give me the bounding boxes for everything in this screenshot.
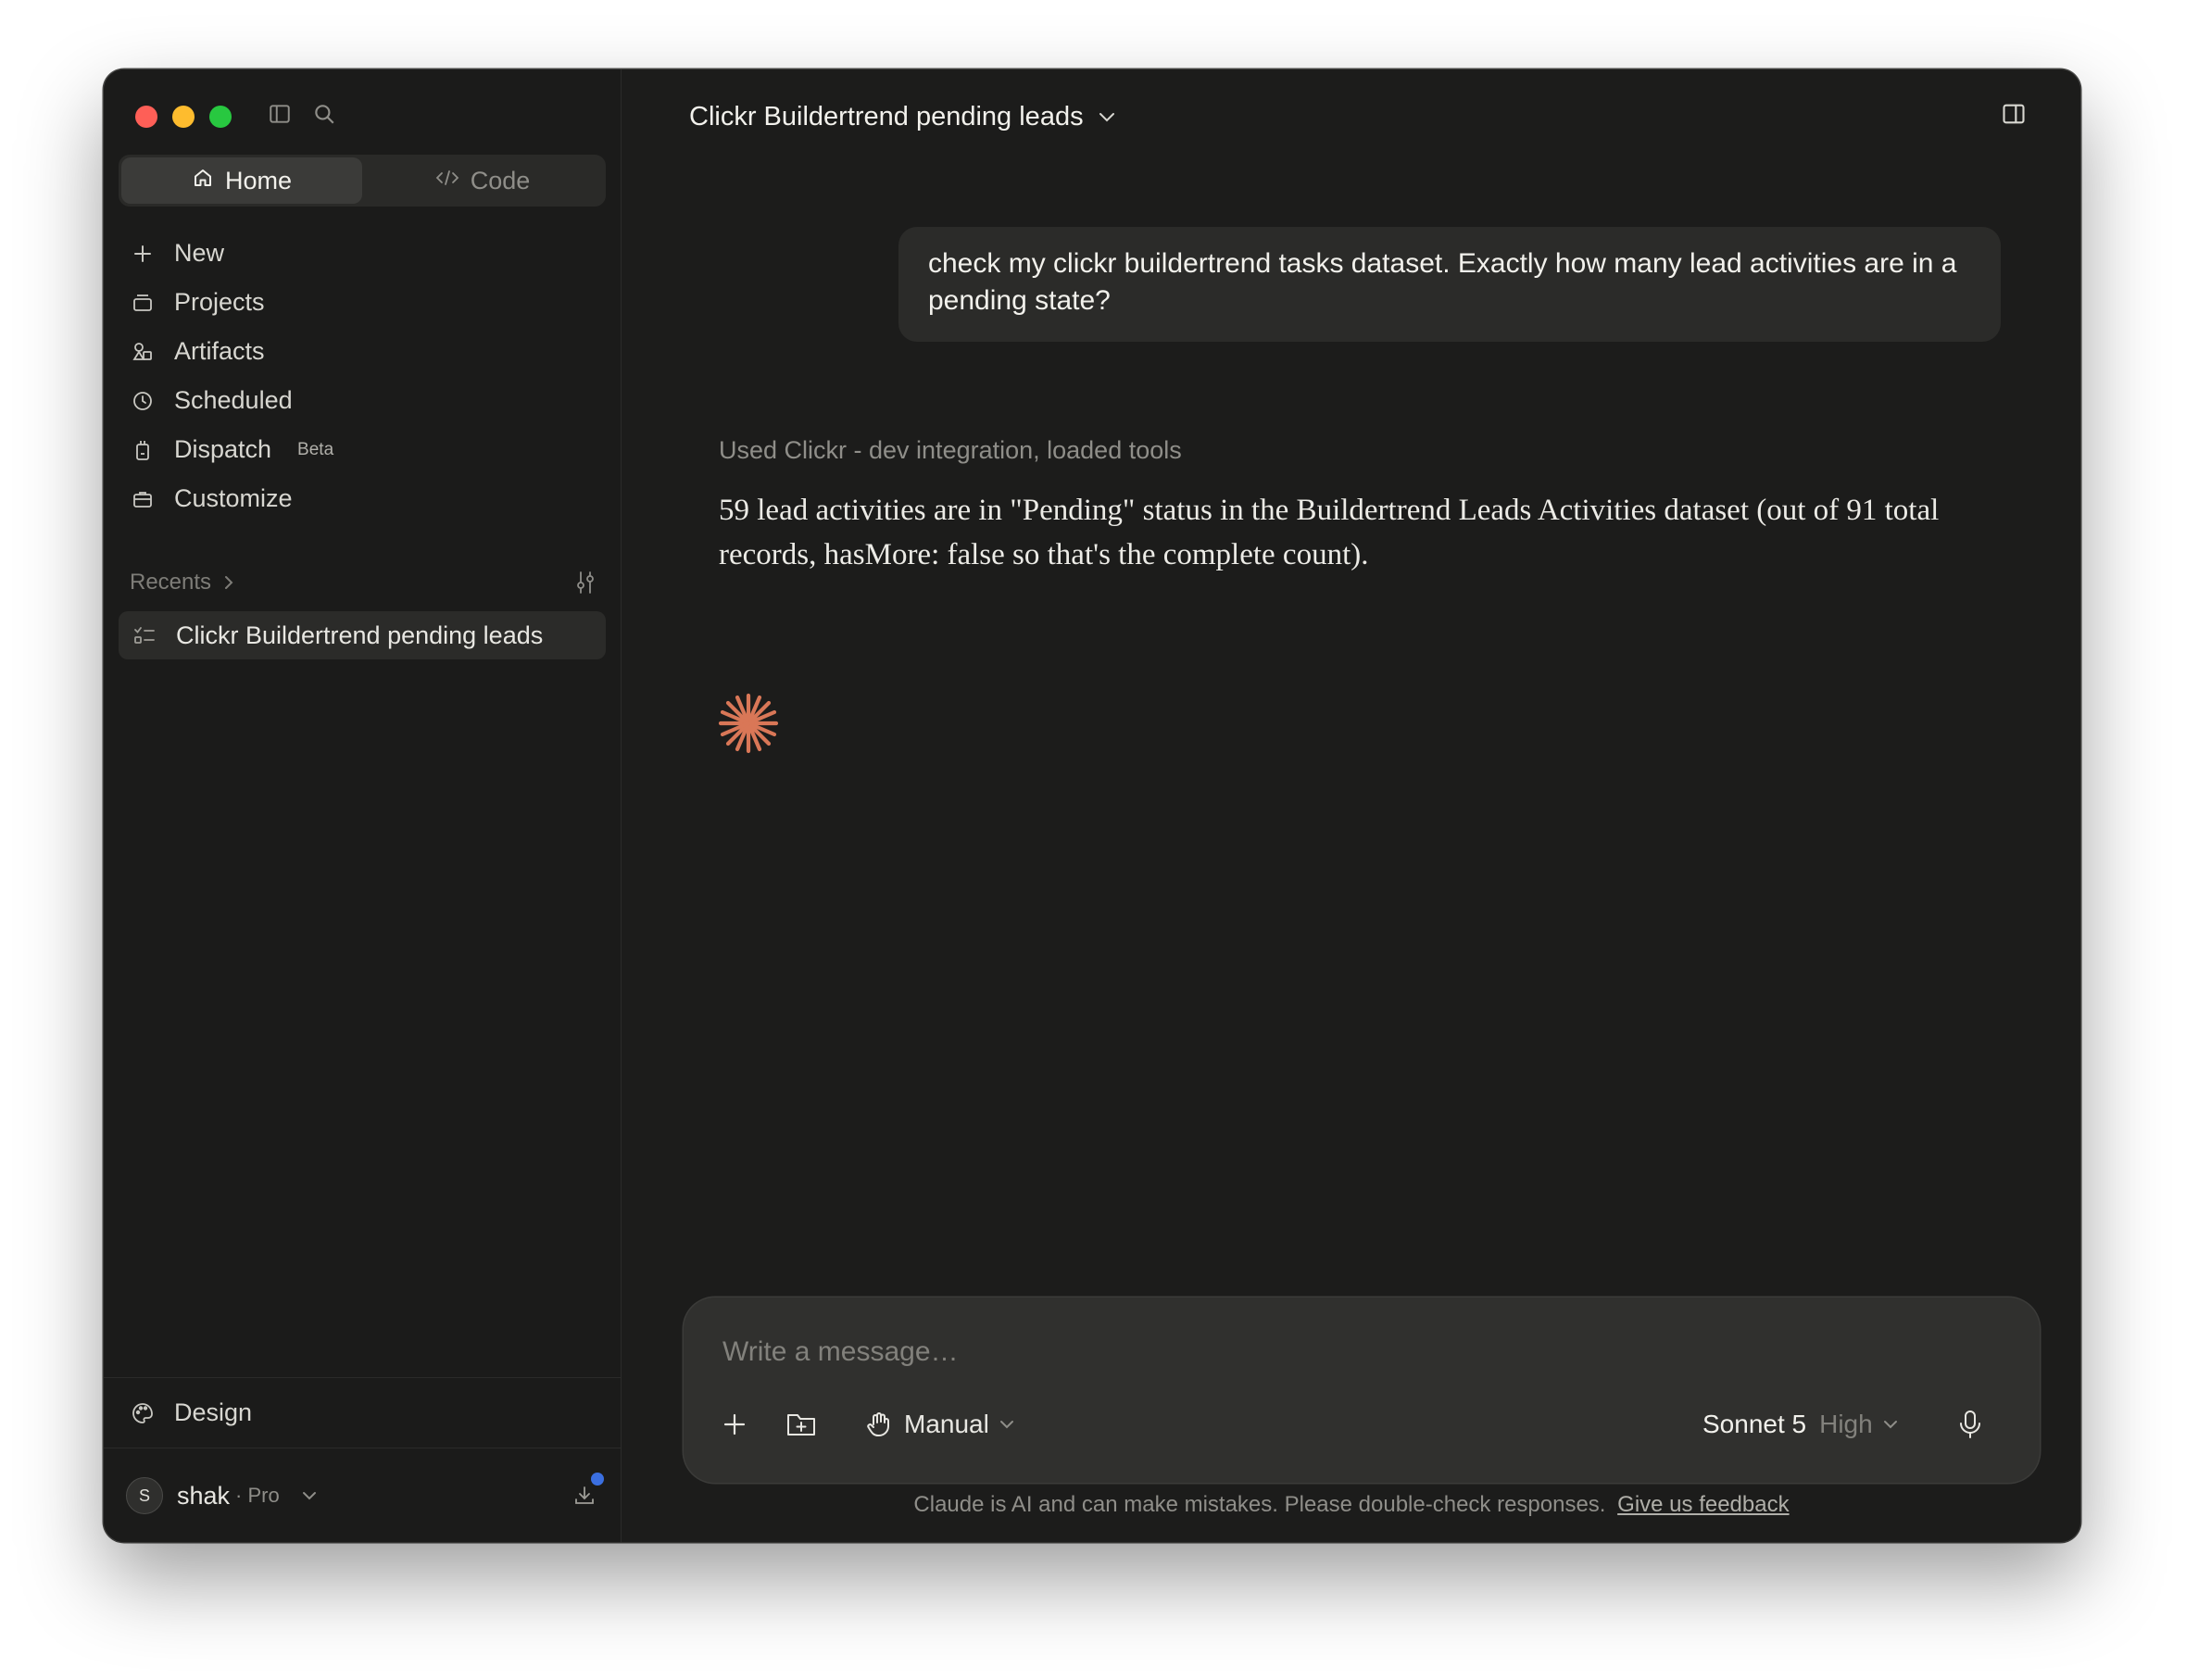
account-row: S shak · Pro [104, 1448, 621, 1542]
sidebar-item-customize[interactable]: Customize [117, 474, 608, 523]
sidebar: Home Code New Projects Artifacts Schedul… [104, 69, 622, 1542]
avatar[interactable]: S [126, 1477, 163, 1514]
message-composer: Manual Sonnet 5 High [684, 1298, 2040, 1483]
account-name[interactable]: shak [177, 1482, 230, 1511]
assistant-message: 59 lead activities are in "Pending" stat… [719, 494, 1940, 571]
account-plan: · Pro [235, 1484, 280, 1507]
code-icon [435, 167, 459, 195]
microphone-icon [1960, 1410, 1980, 1438]
search-icon[interactable] [308, 97, 341, 131]
plus-icon [723, 1413, 746, 1436]
chevron-down-icon[interactable] [300, 1489, 319, 1502]
close-window-button[interactable] [135, 106, 157, 128]
message-input[interactable] [722, 1329, 2001, 1375]
minimize-window-button[interactable] [172, 106, 195, 128]
app-window: Home Code New Projects Artifacts Schedul… [104, 69, 2080, 1542]
disclaimer-text: Claude is AI and can make mistakes. Plea… [913, 1492, 1606, 1517]
sidebar-item-projects[interactable]: Projects [117, 278, 608, 327]
sidebar-item-artifacts[interactable]: Artifacts [117, 327, 608, 376]
sidebar-item-label: Customize [174, 484, 293, 512]
model-selector[interactable]: Sonnet 5 High [1702, 1401, 1899, 1448]
hand-icon [865, 1410, 893, 1438]
sidebar-item-design[interactable]: Design [104, 1377, 621, 1448]
tab-code-label: Code [470, 166, 531, 194]
chevron-down-icon [1882, 1419, 1899, 1430]
sidebar-item-label: Projects [174, 288, 265, 316]
sidebar-item-new[interactable]: New [117, 229, 608, 278]
home-icon [192, 167, 214, 195]
sidebar-item-label: Scheduled [174, 386, 293, 414]
briefcase-icon [130, 486, 156, 512]
user-message: check my clickr buildertrend tasks datas… [898, 227, 2001, 342]
plus-icon [130, 241, 156, 267]
design-label: Design [174, 1398, 253, 1426]
sidebar-item-label: Dispatch [174, 435, 272, 463]
folder-plus-icon [787, 1414, 815, 1436]
window-controls [135, 106, 232, 128]
add-folder-button[interactable] [778, 1401, 824, 1448]
tab-home[interactable]: Home [121, 157, 362, 204]
tab-home-label: Home [224, 166, 293, 194]
sidebar-toggle-icon[interactable] [263, 97, 296, 131]
model-name: Sonnet 5 [1702, 1410, 1807, 1438]
chat-title-dropdown[interactable]: Clickr Buildertrend pending leads [689, 95, 1117, 138]
download-icon[interactable] [572, 1473, 604, 1508]
feedback-link[interactable]: Give us feedback [1617, 1492, 1789, 1517]
dispatch-icon [130, 437, 156, 463]
tab-code[interactable]: Code [362, 157, 603, 204]
chat-title: Clickr Buildertrend pending leads [689, 101, 1084, 132]
model-effort: High [1819, 1410, 1873, 1438]
tool-status[interactable]: Used Clickr - dev integration, loaded to… [719, 436, 1182, 465]
chevron-right-icon[interactable] [222, 573, 235, 592]
recents-label[interactable]: Recents [130, 570, 211, 596]
artifacts-icon [130, 339, 156, 365]
task-list-icon [132, 622, 157, 648]
recent-chat-label: Clickr Buildertrend pending leads [176, 621, 544, 649]
chat-panel: Clickr Buildertrend pending leads check … [622, 69, 2080, 1542]
sidebar-item-label: Artifacts [174, 337, 265, 365]
sidebar-item-dispatch[interactable]: Dispatch Beta [117, 425, 608, 474]
claude-spark-icon [717, 692, 780, 759]
permission-mode-dropdown[interactable]: Manual [865, 1401, 1015, 1448]
sidebar-nav: New Projects Artifacts Scheduled Dispatc… [117, 229, 608, 523]
side-panel-toggle-icon[interactable] [1997, 97, 2030, 131]
notification-dot [591, 1473, 604, 1486]
footer-disclaimer: Claude is AI and can make mistakes. Plea… [622, 1492, 2080, 1518]
recents-header: Recents [130, 570, 598, 596]
chevron-down-icon [999, 1419, 1015, 1430]
sidebar-item-label: New [174, 239, 225, 267]
beta-badge: Beta [297, 439, 334, 459]
add-attachment-button[interactable] [711, 1401, 758, 1448]
permission-mode-label: Manual [904, 1410, 989, 1438]
chevron-down-icon [1097, 109, 1117, 124]
clock-icon [130, 388, 156, 414]
projects-icon [130, 290, 156, 316]
mode-switch: Home Code [119, 155, 606, 207]
recent-chat-item[interactable]: Clickr Buildertrend pending leads [119, 611, 606, 659]
voice-input-button[interactable] [1947, 1401, 1993, 1448]
palette-icon [130, 1400, 156, 1426]
zoom-window-button[interactable] [209, 106, 232, 128]
filter-sliders-icon[interactable] [572, 570, 598, 596]
sidebar-item-scheduled[interactable]: Scheduled [117, 376, 608, 425]
